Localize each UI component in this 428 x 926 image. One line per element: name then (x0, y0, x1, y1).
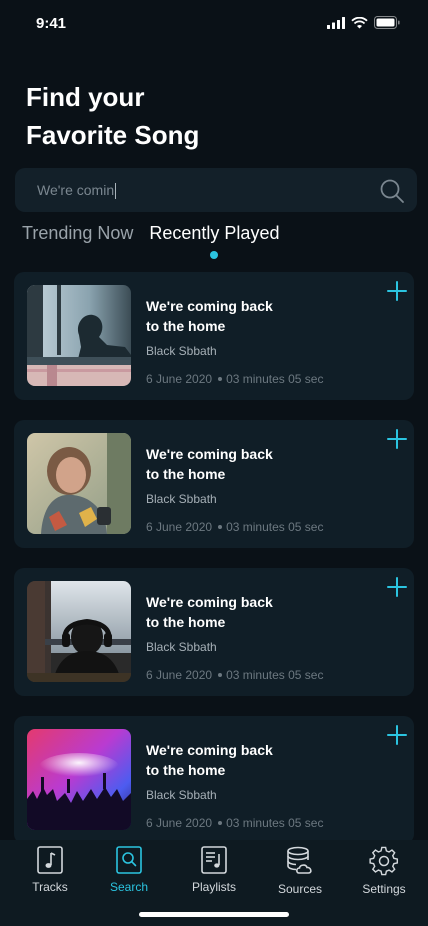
song-date: 6 June 2020 (146, 816, 213, 830)
home-indicator (139, 912, 289, 917)
tab-trending-now[interactable]: Trending Now (22, 223, 133, 263)
search-icon[interactable] (379, 178, 405, 204)
page-title-line1: Find your (26, 82, 145, 112)
search-input-value: We're comin (37, 182, 115, 198)
separator-dot (218, 820, 223, 825)
song-duration: 03 minutes 05 sec (226, 372, 324, 386)
song-title-line2: to the home (146, 466, 226, 482)
nav-tracks[interactable]: Tracks (10, 846, 90, 894)
add-icon[interactable] (386, 576, 408, 598)
text-caret (115, 183, 117, 200)
song-title-line1: We're coming back (146, 446, 273, 462)
song-card[interactable]: We're coming back to the home Black Sbba… (14, 716, 414, 844)
separator-dot (218, 672, 223, 677)
song-card[interactable]: We're coming back to the home Black Sbba… (14, 420, 414, 548)
nav-playlists[interactable]: Playlists (174, 846, 254, 894)
concert-crowd-photo (27, 729, 131, 830)
song-card[interactable]: We're coming back to the home Black Sbba… (14, 568, 414, 696)
status-time: 9:41 (36, 15, 67, 32)
add-icon[interactable] (386, 724, 408, 746)
add-icon[interactable] (386, 428, 408, 450)
song-date: 6 June 2020 (146, 668, 213, 682)
search-icon (116, 846, 142, 874)
active-tab-indicator (210, 251, 219, 259)
song-title-line1: We're coming back (146, 594, 273, 610)
song-artist: Black Sbbath (146, 492, 217, 506)
woman-headphones-photo (27, 433, 131, 534)
song-title-line2: to the home (146, 762, 226, 778)
nav-settings-label: Settings (362, 882, 406, 896)
song-title-line1: We're coming back (146, 298, 273, 314)
nav-search[interactable]: Search (89, 846, 169, 894)
song-card[interactable]: We're coming back to the home Black Sbba… (14, 272, 414, 400)
song-duration: 03 minutes 05 sec (226, 816, 324, 830)
song-duration: 03 minutes 05 sec (226, 520, 324, 534)
wifi-icon (351, 16, 368, 28)
song-meta: 6 June 2020 03 minutes 05 sec (146, 668, 323, 682)
status-bar: 9:41 (0, 0, 428, 48)
song-title: We're coming back to the home (146, 740, 326, 780)
album-art (27, 581, 131, 682)
nav-sources-label: Sources (277, 882, 323, 896)
song-title-line2: to the home (146, 318, 226, 334)
search-box[interactable]: We're comin (15, 168, 417, 212)
song-title: We're coming back to the home (146, 592, 326, 632)
song-duration: 03 minutes 05 sec (226, 668, 324, 682)
nav-tracks-label: Tracks (32, 880, 68, 894)
song-title-line2: to the home (146, 614, 226, 630)
playlist-icon (201, 846, 227, 874)
tabs: Trending Now Recently Played (22, 223, 279, 263)
music-note-icon (37, 846, 63, 874)
database-cloud-icon (287, 846, 312, 874)
song-title-line1: We're coming back (146, 742, 273, 758)
song-artist: Black Sbbath (146, 344, 217, 358)
album-art (27, 729, 131, 830)
add-icon[interactable] (386, 280, 408, 302)
song-artist: Black Sbbath (146, 640, 217, 654)
signal-icon (327, 16, 345, 29)
nav-search-label: Search (109, 880, 149, 894)
status-icons (327, 16, 400, 29)
song-title: We're coming back to the home (146, 444, 326, 484)
tab-recently-played[interactable]: Recently Played (149, 223, 279, 263)
headphones-silhouette-window-photo (27, 581, 131, 682)
song-meta: 6 June 2020 03 minutes 05 sec (146, 816, 323, 830)
album-art (27, 285, 131, 386)
man-silhouette-window-icon (27, 285, 131, 386)
nav-playlists-label: Playlists (191, 880, 236, 894)
nav-settings[interactable]: Settings (344, 846, 424, 896)
song-date: 6 June 2020 (146, 372, 213, 386)
gear-icon (369, 846, 399, 876)
song-meta: 6 June 2020 03 minutes 05 sec (146, 372, 323, 386)
battery-icon (374, 16, 400, 29)
page-title: Find your Favorite Song (26, 78, 286, 154)
song-date: 6 June 2020 (146, 520, 213, 534)
nav-sources[interactable]: Sources (260, 846, 340, 896)
tab-recently-played-label: Recently Played (149, 223, 280, 243)
song-artist: Black Sbbath (146, 788, 217, 802)
page-title-line2: Favorite Song (26, 120, 200, 150)
separator-dot (218, 524, 223, 529)
separator-dot (218, 376, 223, 381)
song-title: We're coming back to the home (146, 296, 326, 336)
search-input[interactable]: We're comin (37, 168, 117, 212)
song-meta: 6 June 2020 03 minutes 05 sec (146, 520, 323, 534)
album-art (27, 433, 131, 534)
